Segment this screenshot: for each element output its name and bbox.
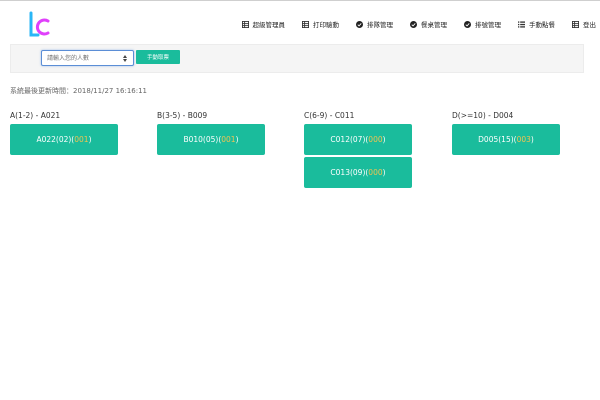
ticket-code: C013(09)( [330, 168, 369, 177]
manual-ticket-button[interactable]: 手動取票 [136, 50, 180, 64]
ticket-button[interactable]: B010(05)(001) [157, 124, 265, 155]
nav-label: 排隊管理 [367, 21, 393, 29]
main-nav: 超級管理員 打印驗動 排隊管理 餐桌管理 排號管理 手動點餐 登出 [225, 19, 596, 29]
group-title: D(>=10) - D004 [452, 111, 514, 120]
queue-group-b: B(3-5) - B009 B010(05)(001) [157, 110, 265, 155]
nav-super-admin[interactable]: 超級管理員 [241, 19, 286, 29]
check-circle-icon [464, 20, 471, 28]
ticket-close: ) [530, 135, 534, 144]
list-icon [518, 20, 525, 28]
ticket-code: D005(15)( [478, 135, 517, 144]
ticket-button[interactable]: C012(07)(000) [304, 124, 412, 155]
group-title: C(6-9) - C011 [304, 111, 355, 120]
ticket-code: B010(05)( [183, 135, 222, 144]
nav-label: 登出 [583, 21, 596, 29]
last-update-time: 系統最後更新時間：2018/11/27 16:16:11 [10, 87, 148, 95]
wait-count: 001 [74, 135, 89, 144]
nav-label: 超級管理員 [252, 21, 286, 29]
stepper-up-icon[interactable] [123, 54, 127, 58]
nav-logout[interactable]: 登出 [572, 19, 596, 29]
stepper-down-icon[interactable] [123, 58, 127, 62]
table-icon [302, 20, 309, 28]
wait-count: 000 [368, 168, 383, 177]
ticket-close: ) [382, 135, 386, 144]
wait-count: 001 [221, 135, 236, 144]
quantity-stepper[interactable] [121, 53, 129, 63]
ticket-button[interactable]: A022(02)(001) [10, 124, 118, 155]
nav-label: 打印驗動 [313, 21, 339, 29]
ticket-code: C012(07)( [330, 135, 369, 144]
nav-label: 排號管理 [475, 21, 501, 29]
ticket-code: A022(02)( [36, 135, 75, 144]
ticket-close: ) [88, 135, 92, 144]
ticket-button[interactable]: C013(09)(000) [304, 157, 412, 188]
ticket-button[interactable]: D005(15)(003) [452, 124, 560, 155]
wait-count: 000 [368, 135, 383, 144]
nav-label: 餐桌管理 [421, 21, 447, 29]
queue-group-d: D(>=10) - D004 D005(15)(003) [452, 110, 560, 155]
top-navbar: 超級管理員 打印驗動 排隊管理 餐桌管理 排號管理 手動點餐 登出 [0, 0, 600, 42]
check-circle-icon [410, 20, 417, 28]
table-icon [241, 20, 249, 28]
lc-logo-icon[interactable] [27, 11, 51, 39]
group-title: A(1-2) - A021 [10, 111, 61, 120]
nav-number-management[interactable]: 排號管理 [464, 19, 501, 29]
group-title: B(3-5) - B009 [157, 111, 208, 120]
nav-table-management[interactable]: 餐桌管理 [410, 19, 447, 29]
ticket-filter-panel: 手動取票 [10, 44, 584, 73]
wait-count: 003 [516, 135, 531, 144]
ticket-close: ) [382, 168, 386, 177]
nav-queue-management[interactable]: 排隊管理 [356, 19, 393, 29]
ticket-close: ) [235, 135, 239, 144]
table-icon [572, 20, 579, 28]
nav-manual-order[interactable]: 手動點餐 [518, 19, 555, 29]
queue-group-a: A(1-2) - A021 A022(02)(001) [10, 110, 118, 155]
check-circle-icon [356, 20, 363, 28]
queue-group-c: C(6-9) - C011 C012(07)(000) C013(09)(000… [304, 110, 412, 188]
nav-label: 手動點餐 [529, 21, 555, 29]
nav-print-test[interactable]: 打印驗動 [302, 19, 339, 29]
